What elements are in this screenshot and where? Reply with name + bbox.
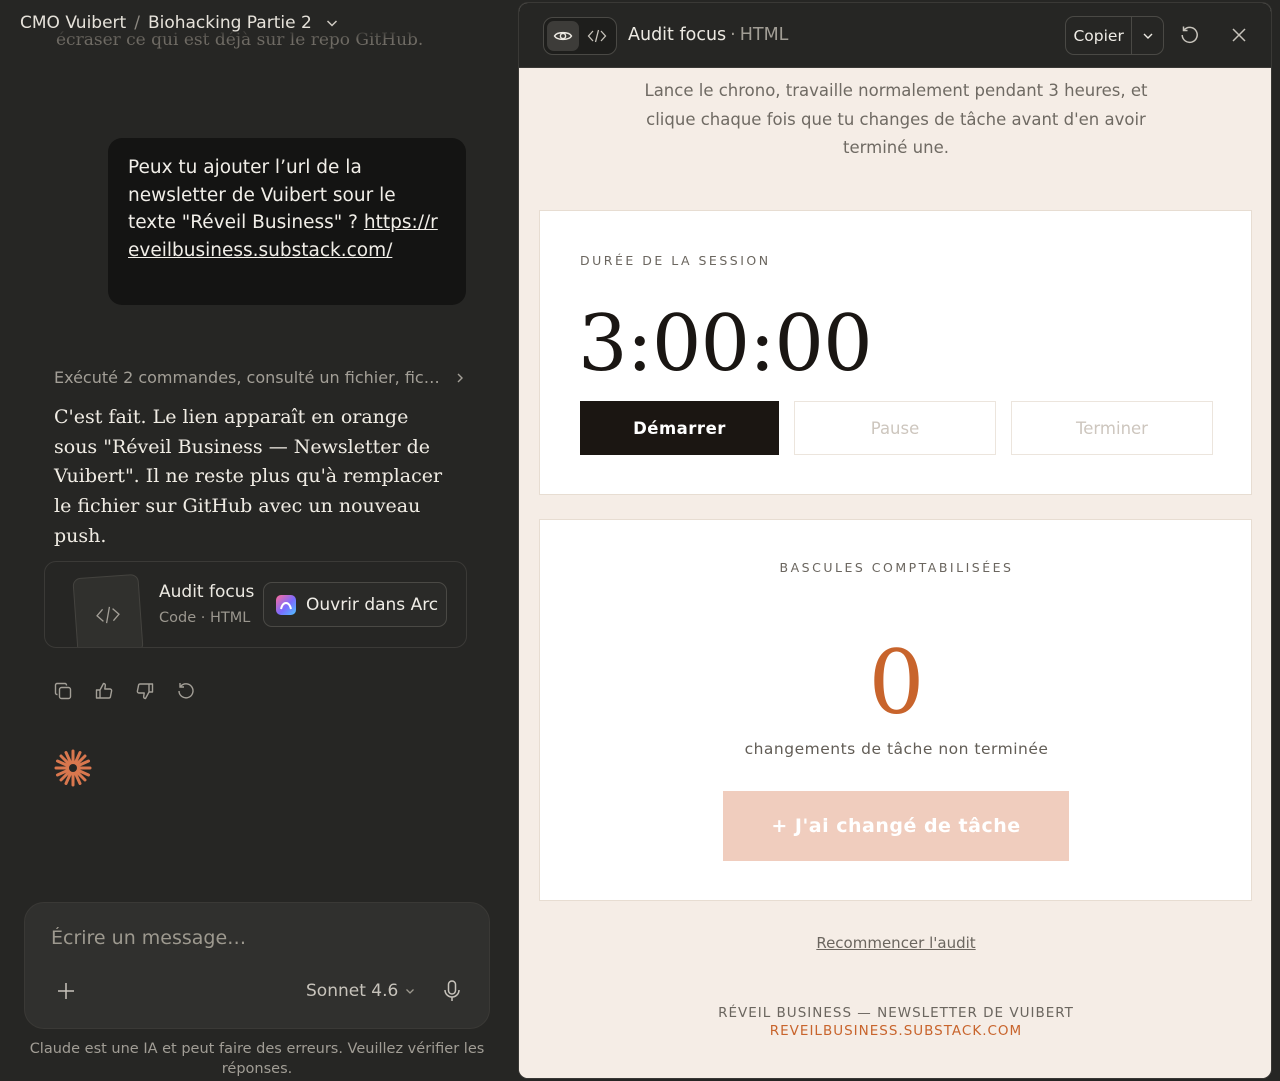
- retry-icon[interactable]: [175, 680, 197, 702]
- artifact-title: Audit focus: [159, 582, 255, 602]
- start-button[interactable]: Démarrer: [580, 401, 779, 455]
- arc-browser-icon: [276, 594, 296, 615]
- breadcrumb: CMO Vuibert / Biohacking Partie 2: [20, 11, 340, 35]
- chevron-down-icon[interactable]: [324, 15, 340, 31]
- view-toggle: [543, 17, 617, 55]
- code-icon: [96, 606, 120, 624]
- switch-counter-card: BASCULES COMPTABILISÉES 0 changements de…: [539, 519, 1252, 901]
- message-actions: [52, 680, 197, 702]
- artifact-pane-name: Audit focus: [628, 25, 727, 45]
- open-in-arc-label: Ouvrir dans Arc: [306, 594, 439, 615]
- code-toggle[interactable]: [581, 21, 613, 51]
- finish-button[interactable]: Terminer: [1011, 401, 1213, 455]
- message-composer: Sonnet 4.6: [24, 902, 490, 1029]
- breadcrumb-project[interactable]: CMO Vuibert: [20, 13, 126, 33]
- switch-counter-label: BASCULES COMPTABILISÉES: [779, 560, 1014, 575]
- session-duration-label: DURÉE DE LA SESSION: [580, 253, 771, 268]
- pause-button[interactable]: Pause: [794, 401, 996, 455]
- copy-button[interactable]: Copier: [1066, 17, 1133, 54]
- chat-pane: écraser ce qui est déjà sur le repo GitH…: [0, 0, 512, 1081]
- artifact-pane-title: Audit focus · HTML: [628, 25, 788, 45]
- breadcrumb-chat-title[interactable]: Biohacking Partie 2: [148, 13, 312, 33]
- restart-audit-link[interactable]: Recommencer l'audit: [519, 934, 1271, 952]
- assistant-reply: C'est fait. Le lien apparaît en orange s…: [54, 406, 443, 547]
- microphone-icon[interactable]: [441, 979, 463, 1003]
- ai-disclaimer: Claude est une IA et peut faire des erre…: [29, 1041, 485, 1077]
- close-icon: [1232, 28, 1246, 42]
- artifact-thumbnail: [72, 573, 144, 647]
- close-button[interactable]: [1228, 24, 1250, 46]
- user-message-text: Peux tu ajouter l’url de la newsletter d…: [128, 157, 396, 233]
- tool-usage-summary[interactable]: Exécuté 2 commandes, consulté un fichier…: [54, 368, 466, 387]
- thumbs-up-icon[interactable]: [93, 680, 115, 702]
- chevron-down-icon: [1143, 33, 1153, 39]
- task-switched-button[interactable]: + J'ai changé de tâche: [723, 791, 1069, 861]
- footer-newsletter-title: RÉVEIL BUSINESS — NEWSLETTER DE VUIBERT: [718, 1005, 1074, 1021]
- artifact-footer: RÉVEIL BUSINESS — NEWSLETTER DE VUIBERT …: [519, 1004, 1271, 1040]
- open-in-arc-button[interactable]: Ouvrir dans Arc: [263, 582, 447, 627]
- user-message-bubble: Peux tu ajouter l’url de la newsletter d…: [108, 138, 466, 305]
- plus-icon[interactable]: [55, 980, 77, 1002]
- switch-counter-value: 0: [868, 631, 925, 734]
- claude-spark-icon: [54, 749, 92, 787]
- artifact-card[interactable]: Audit focus Code · HTML Ouvrir dans Arc: [44, 561, 467, 648]
- timer-display: 3:00:00: [578, 299, 873, 389]
- artifact-pane-separator: ·: [730, 25, 736, 45]
- model-selector[interactable]: Sonnet 4.6: [306, 981, 416, 1001]
- breadcrumb-separator: /: [134, 13, 140, 33]
- message-input[interactable]: [51, 927, 451, 949]
- code-icon: [587, 29, 607, 43]
- copy-icon[interactable]: [52, 680, 74, 702]
- artifact-pane: Audit focus · HTML Copier Lance le chron…: [518, 2, 1272, 1079]
- copy-options-button[interactable]: [1132, 17, 1163, 54]
- chevron-right-icon: [457, 373, 463, 382]
- eye-icon: [553, 31, 573, 41]
- model-name: Sonnet 4.6: [306, 981, 399, 1001]
- chevron-down-icon: [406, 989, 415, 994]
- preview-toggle[interactable]: [547, 21, 579, 51]
- artifact-preview: Lance le chrono, travaille normalement p…: [519, 68, 1271, 1078]
- refresh-button[interactable]: [1179, 24, 1201, 46]
- switch-counter-caption: changements de tâche non terminée: [744, 740, 1049, 758]
- tool-usage-text: Exécuté 2 commandes, consulté un fichier…: [54, 368, 440, 387]
- audit-instructions: Lance le chrono, travaille normalement p…: [644, 81, 1148, 157]
- artifact-pane-language: HTML: [739, 25, 789, 45]
- refresh-icon: [1181, 26, 1198, 44]
- artifact-header: Audit focus · HTML Copier: [519, 3, 1271, 68]
- session-timer-card: DURÉE DE LA SESSION 3:00:00 Démarrer Pau…: [539, 210, 1252, 495]
- thumbs-down-icon[interactable]: [134, 680, 156, 702]
- footer-newsletter-link[interactable]: REVEILBUSINESS.SUBSTACK.COM: [519, 1022, 1271, 1040]
- copy-button-group: Copier: [1065, 16, 1164, 55]
- artifact-subtitle: Code · HTML: [159, 610, 251, 626]
